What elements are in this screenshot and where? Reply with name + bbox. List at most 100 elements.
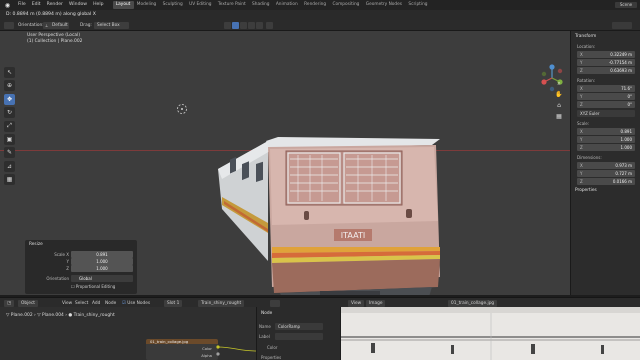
breadcrumb-item[interactable]: Train_shiny_rought xyxy=(74,313,115,318)
scale-z-field[interactable]: 1.000 xyxy=(71,265,133,272)
view-dropdown-image[interactable]: View xyxy=(348,299,365,307)
slot-dropdown[interactable]: Slot 1 xyxy=(164,299,183,307)
camera-view-icon[interactable]: ⌂ xyxy=(554,101,564,110)
use-nodes-checkbox[interactable]: ☑ Use Nodes xyxy=(122,300,150,307)
editor-type-button[interactable] xyxy=(4,22,14,29)
breadcrumb-item[interactable]: Plane.004 xyxy=(42,313,64,318)
tab-rendering[interactable]: Rendering xyxy=(301,1,329,9)
measure-tool-icon[interactable]: ⊿ xyxy=(4,160,15,172)
viewport-header: Orientation: ⊥ Default Drag: Select Box xyxy=(0,20,640,31)
ortho-grid-icon[interactable]: ▦ xyxy=(554,112,564,121)
tab-layout[interactable]: Layout xyxy=(112,1,134,9)
menu-node[interactable]: Node xyxy=(105,300,116,307)
solid-shading-icon[interactable] xyxy=(240,22,247,29)
axis-label: Y xyxy=(580,94,583,99)
image-selector[interactable]: 01_train_collage.jpg xyxy=(448,299,498,307)
transform-section-title[interactable]: Transform xyxy=(575,34,596,39)
rendered-shading-icon[interactable] xyxy=(256,22,263,29)
location-x-field[interactable]: X 0.32249 m xyxy=(577,51,635,58)
transform-tool-icon[interactable]: ▣ xyxy=(4,133,15,145)
node-label-field[interactable] xyxy=(275,333,323,340)
dimension-z-field[interactable]: Z 0.0166 m xyxy=(577,178,635,185)
properties-section-title[interactable]: Properties xyxy=(575,188,597,193)
location-z-field[interactable]: Z 0.63693 m xyxy=(577,67,635,74)
3d-viewport[interactable]: User Perspective (Local) (1) Collection … xyxy=(0,31,570,295)
tab-sculpting[interactable]: Sculpting xyxy=(159,1,185,9)
pan-hand-icon[interactable]: ✋ xyxy=(554,90,564,99)
scale-x-field-n[interactable]: X 0.891 xyxy=(577,128,635,135)
menu-view[interactable]: View xyxy=(62,300,72,307)
add-cube-tool-icon[interactable]: ▦ xyxy=(4,174,15,186)
node-panel-title[interactable]: Node xyxy=(261,311,272,316)
material-shading-icon[interactable] xyxy=(248,22,255,29)
tab-texture-paint[interactable]: Texture Paint xyxy=(215,1,249,9)
blender-logo-icon[interactable]: ◉ xyxy=(3,2,12,9)
tab-geometry-nodes[interactable]: Geometry Nodes xyxy=(363,1,406,9)
proportional-editing-checkbox[interactable]: ☐ Proportional Editing xyxy=(71,284,115,289)
scale-y-label: Y xyxy=(66,259,69,264)
scale-y-field[interactable]: 1.000 xyxy=(71,258,133,265)
breadcrumb-item[interactable]: Plane.002 xyxy=(11,313,33,318)
scale-tool-icon[interactable]: ⤢ xyxy=(4,120,15,132)
move-tool-icon[interactable]: ✥ xyxy=(4,93,15,105)
menu-add[interactable]: Add xyxy=(92,300,100,307)
checked-icon: ☑ xyxy=(122,300,126,306)
shading-options-icon[interactable] xyxy=(266,22,273,29)
resize-panel-title[interactable]: Resize xyxy=(29,242,43,247)
select-cursor-icon[interactable]: ↖ xyxy=(4,67,15,78)
orientation-op-dropdown[interactable]: Global xyxy=(71,275,133,282)
orientation-value: Default xyxy=(52,23,68,28)
drag-dropdown[interactable]: Select Box xyxy=(94,22,129,29)
properties-toggle-label[interactable]: Properties xyxy=(261,355,281,360)
tab-modeling[interactable]: Modeling xyxy=(134,1,160,9)
axis-label: Z xyxy=(580,102,583,107)
color-toggle-label[interactable]: Color xyxy=(267,345,277,350)
rotation-x-field[interactable]: X 71.6° xyxy=(577,85,635,92)
object-mode-dropdown[interactable]: Object xyxy=(18,299,38,307)
dimension-y-field[interactable]: Y 0.727 m xyxy=(577,170,635,177)
dimension-x-field[interactable]: X 0.973 m xyxy=(577,162,635,169)
material-browse-icon[interactable] xyxy=(270,299,280,307)
tab-uv-editing[interactable]: UV Editing xyxy=(186,1,215,9)
xray-toggle-icon[interactable] xyxy=(224,22,231,29)
top-bar: ◉ File Edit Render Window Help Layout Mo… xyxy=(0,0,640,10)
image-texture-node[interactable]: 01_train_collage.jpg Color Alpha xyxy=(146,339,218,360)
rotation-mode-dropdown[interactable]: XYZ Euler xyxy=(577,110,635,117)
orientation-op-label: Orientation xyxy=(46,276,69,281)
menu-select[interactable]: Select xyxy=(75,300,88,307)
zoom-icon[interactable]: ⌕ xyxy=(554,79,564,88)
annotate-tool-icon[interactable]: ✎ xyxy=(4,147,15,159)
active-object-path: (1) Collection | Plane.002 xyxy=(27,39,83,44)
menu-file[interactable]: File xyxy=(15,0,29,10)
tab-scripting[interactable]: Scripting xyxy=(405,1,430,9)
menu-render[interactable]: Render xyxy=(44,0,66,10)
rotation-y-field[interactable]: Y 0° xyxy=(577,93,635,100)
location-y-field[interactable]: Y -0.77154 m xyxy=(577,59,635,66)
menu-edit[interactable]: Edit xyxy=(29,0,44,10)
wireframe-shading-icon[interactable] xyxy=(232,22,239,29)
tab-shading[interactable]: Shading xyxy=(249,1,273,9)
train-model[interactable]: ITAATI xyxy=(210,101,450,295)
train-logo-text: ITAATI xyxy=(341,231,365,240)
image-editor[interactable] xyxy=(341,307,640,360)
image-menu[interactable]: Image xyxy=(366,299,386,307)
node-sidebar: Node Name ColorRamp Label Color Properti… xyxy=(256,307,340,360)
tab-animation[interactable]: Animation xyxy=(273,1,301,9)
cursor-tool-icon[interactable]: ⊕ xyxy=(4,80,15,92)
node-name-field[interactable]: ColorRamp xyxy=(275,323,323,330)
scale-y-field-n[interactable]: Y 1.000 xyxy=(577,136,635,143)
orientation-dropdown[interactable]: ⊥ Default xyxy=(43,22,69,29)
node-title: 01_train_collage.jpg xyxy=(150,339,189,344)
scene-selector[interactable]: Scene xyxy=(615,2,637,8)
tab-compositing[interactable]: Compositing xyxy=(329,1,362,9)
editor-type-node-icon[interactable]: ◳ xyxy=(4,299,15,307)
material-selector[interactable]: Train_shiny_rought xyxy=(198,299,245,307)
options-button[interactable] xyxy=(612,22,632,29)
rotation-z-field[interactable]: Z 0° xyxy=(577,101,635,108)
scale-z-field-n[interactable]: Z 1.000 xyxy=(577,144,635,151)
menu-help[interactable]: Help xyxy=(90,0,106,10)
scale-x-field[interactable]: 0.891 xyxy=(71,251,133,258)
use-nodes-label: Use Nodes xyxy=(127,300,151,306)
menu-window[interactable]: Window xyxy=(66,0,90,10)
rotate-tool-icon[interactable]: ↻ xyxy=(4,107,15,119)
